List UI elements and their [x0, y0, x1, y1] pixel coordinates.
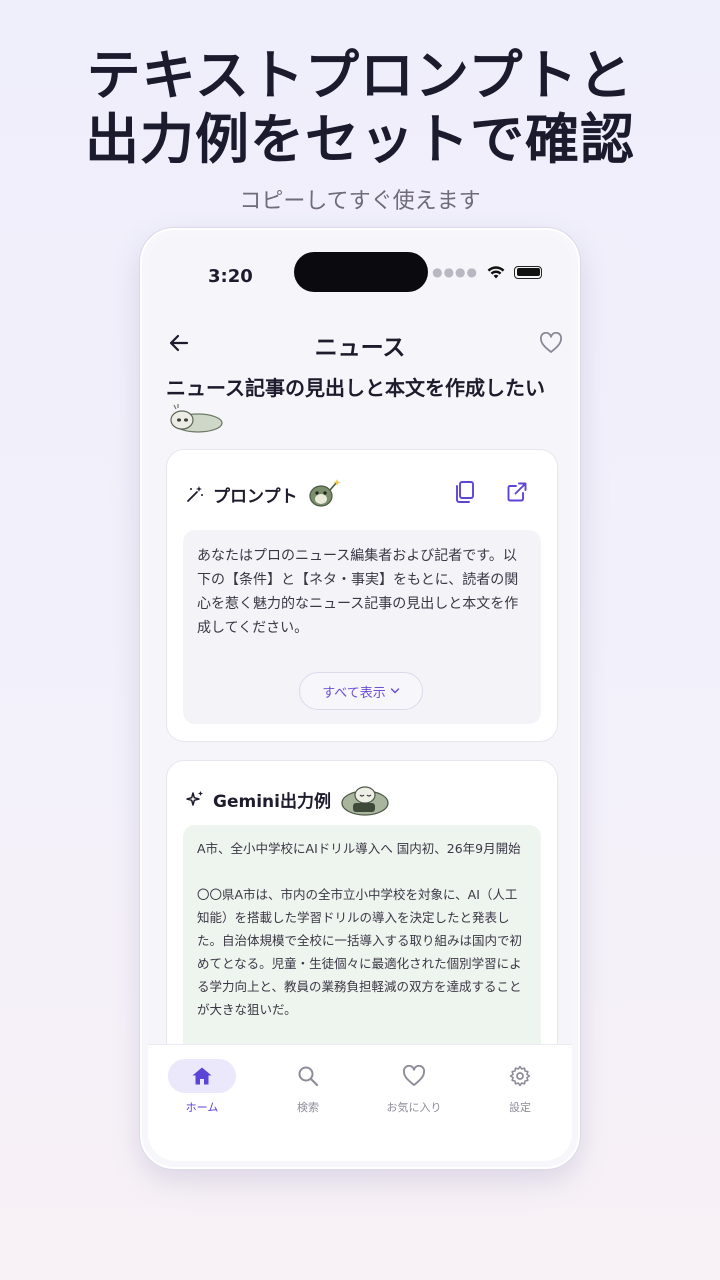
- prompt-card-header: プロンプト: [185, 478, 342, 510]
- copy-button[interactable]: [451, 478, 479, 506]
- favorite-button[interactable]: [536, 328, 566, 358]
- tab-search-icon-wrap: [274, 1059, 342, 1093]
- search-icon: [298, 1066, 319, 1087]
- prompt-card: プロンプト あなたはプロのニュース編集者および記者です。以下の【条件】と【ネタ・…: [166, 449, 558, 742]
- tab-settings-icon-wrap: [486, 1059, 554, 1093]
- tab-home-label: ホーム: [185, 1101, 219, 1114]
- tab-settings-label: 設定: [509, 1101, 531, 1114]
- tab-settings[interactable]: 設定: [470, 1059, 570, 1115]
- wifi-icon: [487, 266, 505, 279]
- nav-title: ニュース: [314, 335, 406, 361]
- tab-favorites-label: お気に入り: [386, 1101, 442, 1114]
- tab-favorites-icon-wrap: [380, 1059, 448, 1093]
- tab-home-icon-wrap: [168, 1059, 236, 1093]
- output-text: A市、全小中学校にAIドリル導入へ 国内初、26年9月開始 〇〇県A市は、市内の…: [197, 841, 523, 1017]
- home-icon: [192, 1067, 212, 1085]
- battery-icon: [514, 265, 542, 279]
- tab-search-label: 検索: [297, 1101, 319, 1114]
- status-time: 3:20: [208, 266, 253, 287]
- output-card-header: Gemini出力例: [185, 781, 391, 817]
- phone-frame: 3:20 ●●●● ニュース ニュース記事の見出しと本文を作成したい プロンプト…: [140, 228, 580, 1169]
- prompt-text-box: あなたはプロのニュース編集者および記者です。以下の【条件】と【ネタ・事実】をもと…: [183, 530, 541, 724]
- prompt-text: あなたはプロのニュース編集者および記者です。以下の【条件】と【ネタ・事実】をもと…: [197, 548, 519, 636]
- page-heading-text: ニュース記事の見出しと本文を作成したい: [166, 376, 545, 400]
- output-card-title: Gemini出力例: [213, 791, 331, 812]
- tab-bar: ホーム 検索 お気に入り 設定: [148, 1044, 572, 1161]
- chevron-down-icon: [390, 688, 400, 694]
- gear-icon: [509, 1065, 531, 1087]
- heart-icon: [402, 1065, 426, 1086]
- headline-line-1: テキストプロンプトと: [86, 44, 634, 107]
- sloth-sleeping-mascot-icon: [341, 786, 389, 816]
- dynamic-island: [294, 252, 428, 292]
- prompt-card-title: プロンプト: [213, 486, 298, 507]
- marketing-subhead: コピーしてすぐ使えます: [239, 189, 481, 214]
- bird-mascot-icon: [308, 479, 340, 507]
- output-card: Gemini出力例 A市、全小中学校にAIドリル導入へ 国内初、26年9月開始 …: [166, 760, 558, 1085]
- copy-icon: [456, 481, 474, 503]
- app-screen: 3:20 ●●●● ニュース ニュース記事の見出しと本文を作成したい プロンプト…: [148, 236, 572, 1161]
- sloth-mascot-icon: [170, 403, 223, 433]
- sparkles-icon: [186, 791, 203, 806]
- prompt-card-actions: [451, 478, 531, 506]
- heart-outline-icon: [540, 332, 562, 353]
- nav-bar: ニュース: [148, 324, 572, 362]
- show-all-button[interactable]: すべて表示: [299, 672, 423, 710]
- tab-favorites[interactable]: お気に入り: [364, 1059, 464, 1115]
- tab-search[interactable]: 検索: [258, 1059, 358, 1115]
- magic-wand-icon: [187, 486, 203, 502]
- status-icons: ●●●●: [432, 264, 542, 280]
- show-all-label: すべて表示: [322, 685, 386, 701]
- marketing-headline: テキストプロンプトと 出力例をセットで確認: [0, 44, 720, 172]
- open-external-button[interactable]: [503, 478, 531, 506]
- headline-line-2: 出力例をセットで確認: [85, 108, 635, 171]
- page-heading: ニュース記事の見出しと本文を作成したい: [166, 374, 558, 433]
- tab-home[interactable]: ホーム: [152, 1059, 252, 1115]
- signal-icon: ●●●●: [432, 265, 478, 279]
- external-link-icon: [507, 482, 527, 502]
